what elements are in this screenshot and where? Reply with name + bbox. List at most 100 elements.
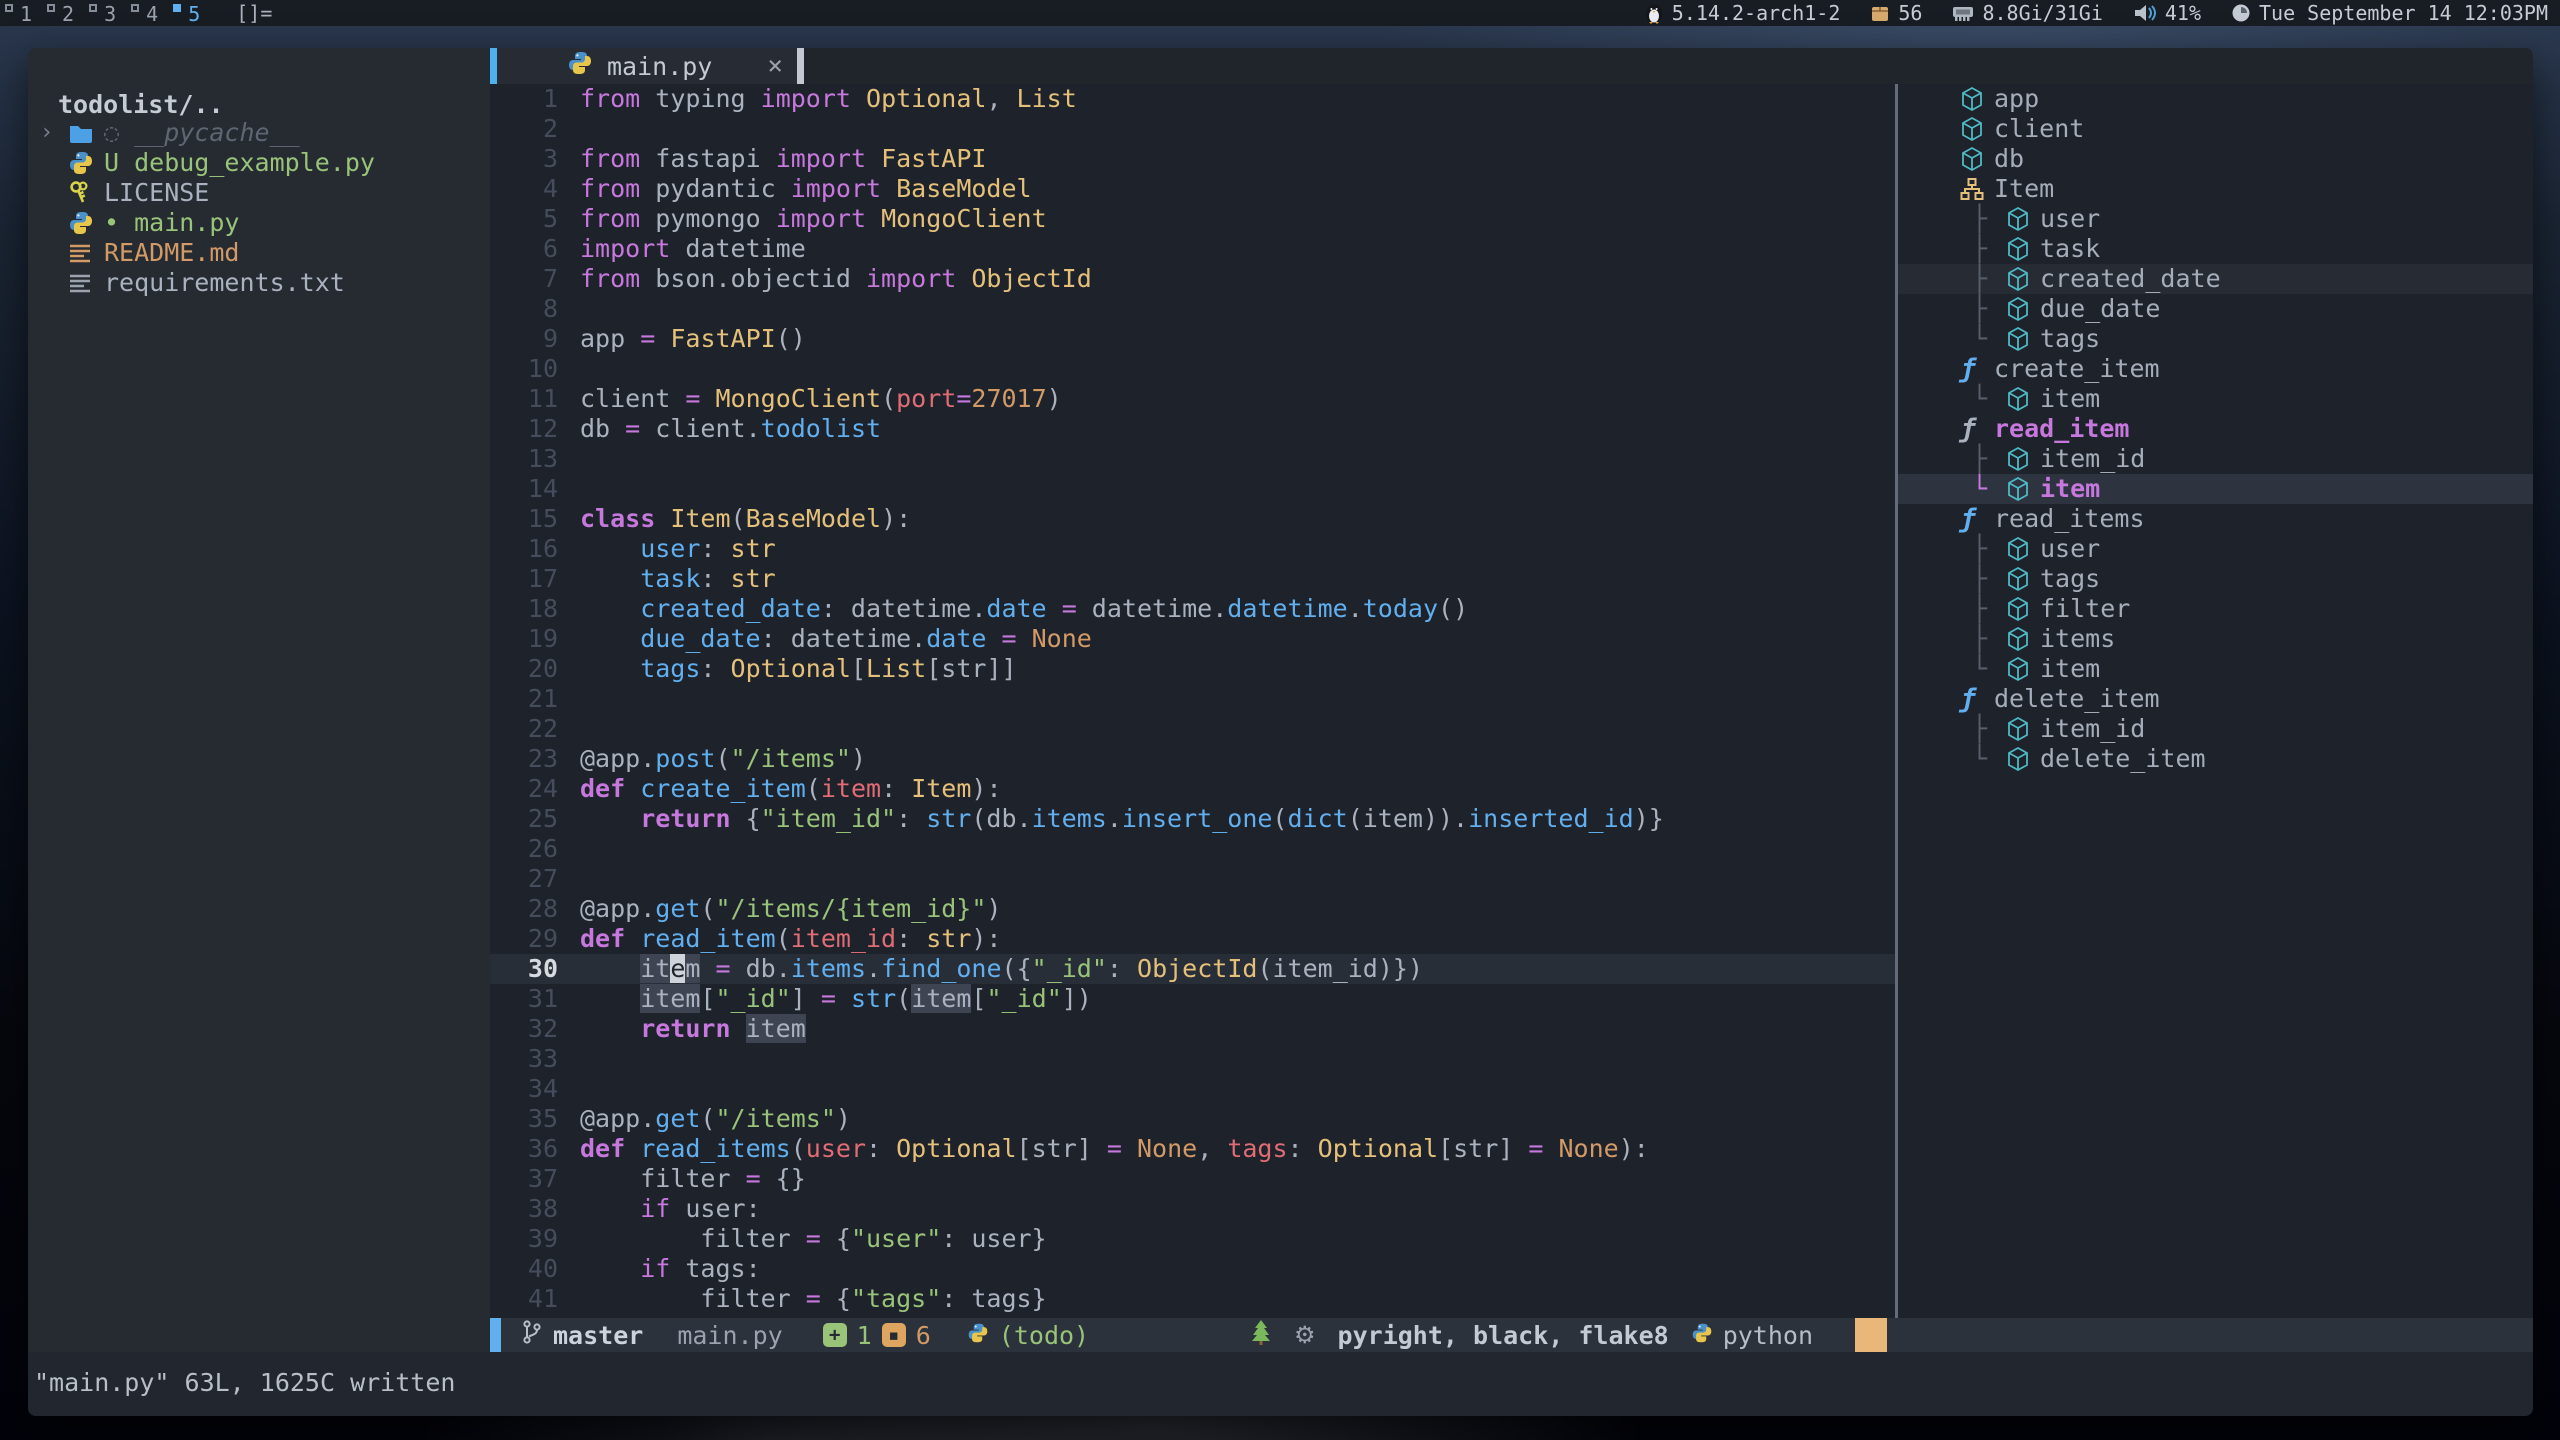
symbol-item_id[interactable]: ├item_id xyxy=(1898,444,2533,474)
symbol-user[interactable]: ├user xyxy=(1898,534,2533,564)
code-line-22[interactable]: 22 xyxy=(490,714,1895,744)
code-line-9[interactable]: 9app = FastAPI() xyxy=(490,324,1895,354)
tree-connector: ├ xyxy=(1972,444,2006,474)
code-line-40[interactable]: 40if tags: xyxy=(490,1254,1895,1284)
symbol-app[interactable]: app xyxy=(1898,84,2533,114)
code-line-21[interactable]: 21 xyxy=(490,684,1895,714)
scroll-progress-block xyxy=(1855,1318,1887,1352)
code-line-14[interactable]: 14 xyxy=(490,474,1895,504)
workspace-3[interactable]: 3 xyxy=(84,1,126,26)
code-line-23[interactable]: 23@app.post("/items") xyxy=(490,744,1895,774)
code-line-33[interactable]: 33 xyxy=(490,1044,1895,1074)
line-number: 8 xyxy=(490,294,580,324)
status-memory: 8.8Gi/31Gi xyxy=(1952,1,2102,25)
code-line-1[interactable]: 1from typing import Optional, List xyxy=(490,84,1895,114)
workspace-2[interactable]: 2 xyxy=(42,1,84,26)
symbol-item_id[interactable]: ├item_id xyxy=(1898,714,2533,744)
symbol-Item[interactable]: Item xyxy=(1898,174,2533,204)
code-text: db = client.todolist xyxy=(580,414,881,444)
code-line-32[interactable]: 32return item xyxy=(490,1014,1895,1044)
symbol-label: item xyxy=(2040,474,2100,504)
symbol-item[interactable]: └item xyxy=(1898,654,2533,684)
tree-item-label: ◌ __pycache__ xyxy=(104,118,300,148)
code-line-28[interactable]: 28@app.get("/items/{item_id}") xyxy=(490,894,1895,924)
code-line-20[interactable]: 20tags: Optional[List[str]] xyxy=(490,654,1895,684)
code-line-7[interactable]: 7from bson.objectid import ObjectId xyxy=(490,264,1895,294)
code-text: from typing import Optional, List xyxy=(580,84,1077,114)
tree-item-main-py[interactable]: • main.py xyxy=(28,208,490,238)
code-line-24[interactable]: 24def create_item(item: Item): xyxy=(490,774,1895,804)
code-line-41[interactable]: 41filter = {"tags": tags} xyxy=(490,1284,1895,1314)
tree-connector: ├ xyxy=(1972,534,2006,564)
tree-item-requirements-txt[interactable]: requirements.txt xyxy=(28,268,490,298)
code-line-37[interactable]: 37filter = {} xyxy=(490,1164,1895,1194)
code-line-4[interactable]: 4from pydantic import BaseModel xyxy=(490,174,1895,204)
symbol-db[interactable]: db xyxy=(1898,144,2533,174)
symbol-due_date[interactable]: ├due_date xyxy=(1898,294,2533,324)
symbol-items[interactable]: ├items xyxy=(1898,624,2533,654)
code-line-30[interactable]: 30item = db.items.find_one({"_id": Objec… xyxy=(490,954,1895,984)
symbol-read_items[interactable]: ƒread_items xyxy=(1898,504,2533,534)
symbol-created_date[interactable]: ├created_date xyxy=(1898,264,2533,294)
symbol-item[interactable]: └item xyxy=(1898,384,2533,414)
tree-root-folder[interactable]: todolist/.. xyxy=(58,90,224,120)
symbol-read_item[interactable]: ƒread_item xyxy=(1898,414,2533,444)
variable-icon xyxy=(1960,146,1994,172)
code-editor: 1from typing import Optional, List23from… xyxy=(490,84,1895,1318)
code-line-8[interactable]: 8 xyxy=(490,294,1895,324)
tree-item-readme-md[interactable]: README.md xyxy=(28,238,490,268)
code-line-11[interactable]: 11client = MongoClient(port=27017) xyxy=(490,384,1895,414)
symbol-tags[interactable]: └tags xyxy=(1898,324,2533,354)
symbol-task[interactable]: ├task xyxy=(1898,234,2533,264)
symbol-filter[interactable]: ├filter xyxy=(1898,594,2533,624)
symbol-user[interactable]: ├user xyxy=(1898,204,2533,234)
code-line-19[interactable]: 19due_date: datetime.date = None xyxy=(490,624,1895,654)
virtualenv-name: (todo) xyxy=(999,1321,1089,1350)
diff-added-count: 1 xyxy=(857,1321,872,1350)
code-line-17[interactable]: 17task: str xyxy=(490,564,1895,594)
code-line-18[interactable]: 18created_date: datetime.date = datetime… xyxy=(490,594,1895,624)
workspace-indicator xyxy=(131,4,139,12)
symbol-delete_item[interactable]: └delete_item xyxy=(1898,744,2533,774)
code-line-27[interactable]: 27 xyxy=(490,864,1895,894)
tree-item-debug-example-py[interactable]: U debug_example.py xyxy=(28,148,490,178)
code-line-6[interactable]: 6import datetime xyxy=(490,234,1895,264)
code-line-39[interactable]: 39filter = {"user": user} xyxy=(490,1224,1895,1254)
symbol-tags[interactable]: ├tags xyxy=(1898,564,2533,594)
code-line-16[interactable]: 16user: str xyxy=(490,534,1895,564)
symbol-label: items xyxy=(2040,624,2115,654)
symbol-item[interactable]: └item xyxy=(1898,474,2533,504)
code-line-25[interactable]: 25return {"item_id": str(db.items.insert… xyxy=(490,804,1895,834)
code-line-38[interactable]: 38if user: xyxy=(490,1194,1895,1224)
code-line-29[interactable]: 29def read_item(item_id: str): xyxy=(490,924,1895,954)
symbol-create_item[interactable]: ƒcreate_item xyxy=(1898,354,2533,384)
workspace-1[interactable]: 1 xyxy=(0,1,42,26)
symbol-delete_item[interactable]: ƒdelete_item xyxy=(1898,684,2533,714)
symbol-client[interactable]: client xyxy=(1898,114,2533,144)
code-line-36[interactable]: 36def read_items(user: Optional[str] = N… xyxy=(490,1134,1895,1164)
code-line-15[interactable]: 15class Item(BaseModel): xyxy=(490,504,1895,534)
code-line-5[interactable]: 5from pymongo import MongoClient xyxy=(490,204,1895,234)
txtfile-icon xyxy=(68,273,104,293)
code-line-13[interactable]: 13 xyxy=(490,444,1895,474)
code-line-3[interactable]: 3from fastapi import FastAPI xyxy=(490,144,1895,174)
code-line-26[interactable]: 26 xyxy=(490,834,1895,864)
tree-item--pycache-[interactable]: ›◌ __pycache__ xyxy=(28,118,490,148)
code-line-31[interactable]: 31item["_id"] = str(item["_id"]) xyxy=(490,984,1895,1014)
symbol-label: filter xyxy=(2040,594,2130,624)
code-text: @app.get("/items/{item_id}") xyxy=(580,894,1001,924)
workspace-4[interactable]: 4 xyxy=(126,1,168,26)
code-line-35[interactable]: 35@app.get("/items") xyxy=(490,1104,1895,1134)
tree-item-license[interactable]: LICENSE xyxy=(28,178,490,208)
code-line-10[interactable]: 10 xyxy=(490,354,1895,384)
close-icon[interactable]: × xyxy=(767,51,783,81)
line-number: 23 xyxy=(490,744,580,774)
code-line-2[interactable]: 2 xyxy=(490,114,1895,144)
tab-main-py[interactable]: main.py × xyxy=(497,48,797,84)
workspace-5[interactable]: 5 xyxy=(168,1,210,26)
line-number: 10 xyxy=(490,354,580,384)
code-line-12[interactable]: 12db = client.todolist xyxy=(490,414,1895,444)
class-icon xyxy=(1960,177,1994,201)
line-number: 22 xyxy=(490,714,580,744)
code-line-34[interactable]: 34 xyxy=(490,1074,1895,1104)
